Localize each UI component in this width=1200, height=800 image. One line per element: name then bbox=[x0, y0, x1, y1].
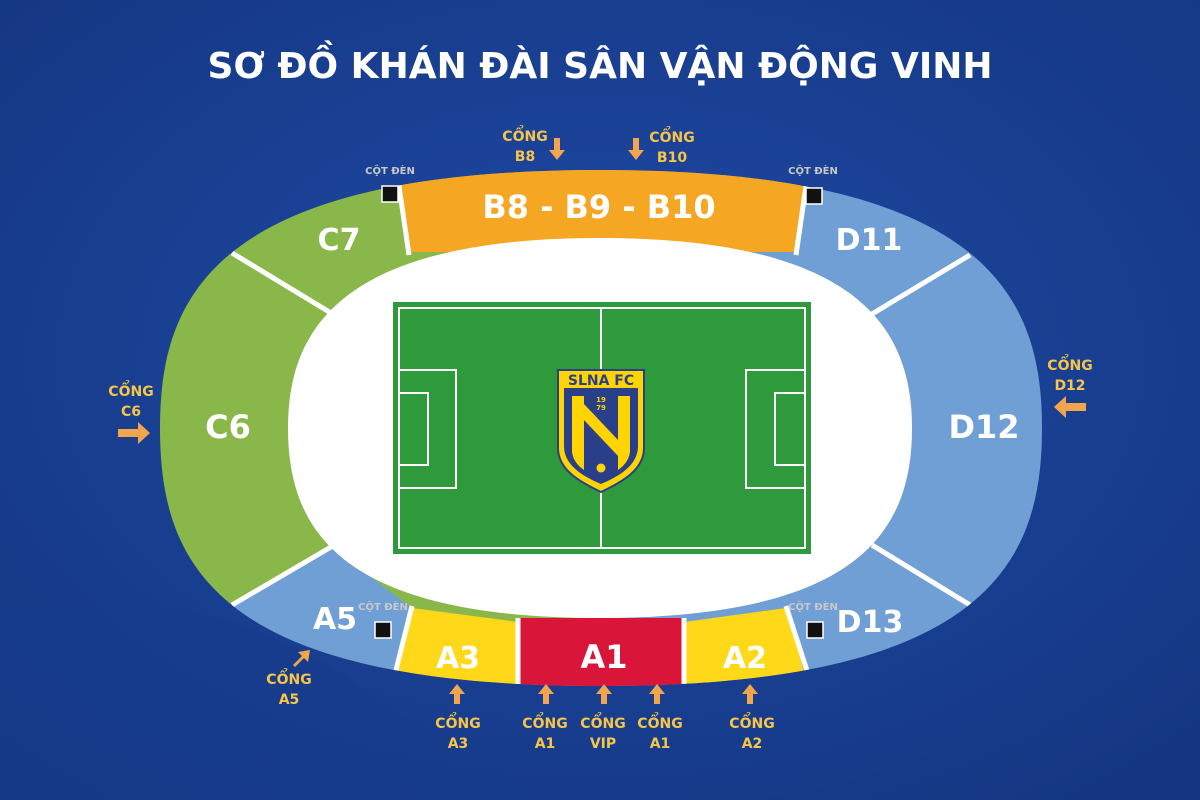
gate-vip-label: VIP bbox=[590, 736, 616, 752]
section-label-c6: C6 bbox=[205, 408, 251, 446]
gate-c6-label: C6 bbox=[121, 404, 141, 420]
logo-name: SLNA FC bbox=[568, 373, 634, 389]
section-label-a5: A5 bbox=[313, 602, 357, 637]
slna-fc-logo: SLNA FC 19 79 bbox=[557, 369, 645, 494]
section-label-d12: D12 bbox=[948, 408, 1019, 446]
section-label-a2: A2 bbox=[723, 641, 767, 676]
section-label-a1: A1 bbox=[580, 638, 627, 676]
section-label-a3: A3 bbox=[436, 641, 480, 676]
page-title: SƠ ĐỒ KHÁN ĐÀI SÂN VẬN ĐỘNG VINH bbox=[207, 40, 992, 87]
gate-b10-label: B10 bbox=[657, 150, 687, 166]
light-pole-label: CỘT ĐÈN bbox=[788, 600, 838, 613]
light-pole-label: CỘT ĐÈN bbox=[358, 600, 408, 613]
section-label-d11: D11 bbox=[836, 223, 903, 258]
section-label-b: B8 - B9 - B10 bbox=[482, 188, 715, 226]
section-label-c7: C7 bbox=[318, 223, 361, 258]
gate-a1-left-label: A1 bbox=[535, 736, 556, 752]
gate-b8-label: B8 bbox=[515, 149, 535, 165]
gate-a5-label: A5 bbox=[279, 692, 300, 708]
logo-year-bottom: 79 bbox=[596, 404, 606, 412]
map-canvas: SƠ ĐỒ KHÁN ĐÀI SÂN VẬN ĐỘNG VINH SLNA FC… bbox=[0, 0, 1200, 800]
gate-a1-right-label: A1 bbox=[650, 736, 671, 752]
section-label-d13: D13 bbox=[837, 605, 904, 640]
logo-year-top: 19 bbox=[596, 396, 606, 404]
stadium-seating-map: SƠ ĐỒ KHÁN ĐÀI SÂN VẬN ĐỘNG VINH SLNA FC… bbox=[0, 0, 1200, 800]
gate-d12-label: D12 bbox=[1054, 378, 1085, 394]
gate-a3-label: A3 bbox=[448, 736, 469, 752]
light-pole-label: CỘT ĐÈN bbox=[365, 164, 415, 177]
light-pole-label: CỘT ĐÈN bbox=[788, 164, 838, 177]
gate-a2-label: A2 bbox=[742, 736, 763, 752]
